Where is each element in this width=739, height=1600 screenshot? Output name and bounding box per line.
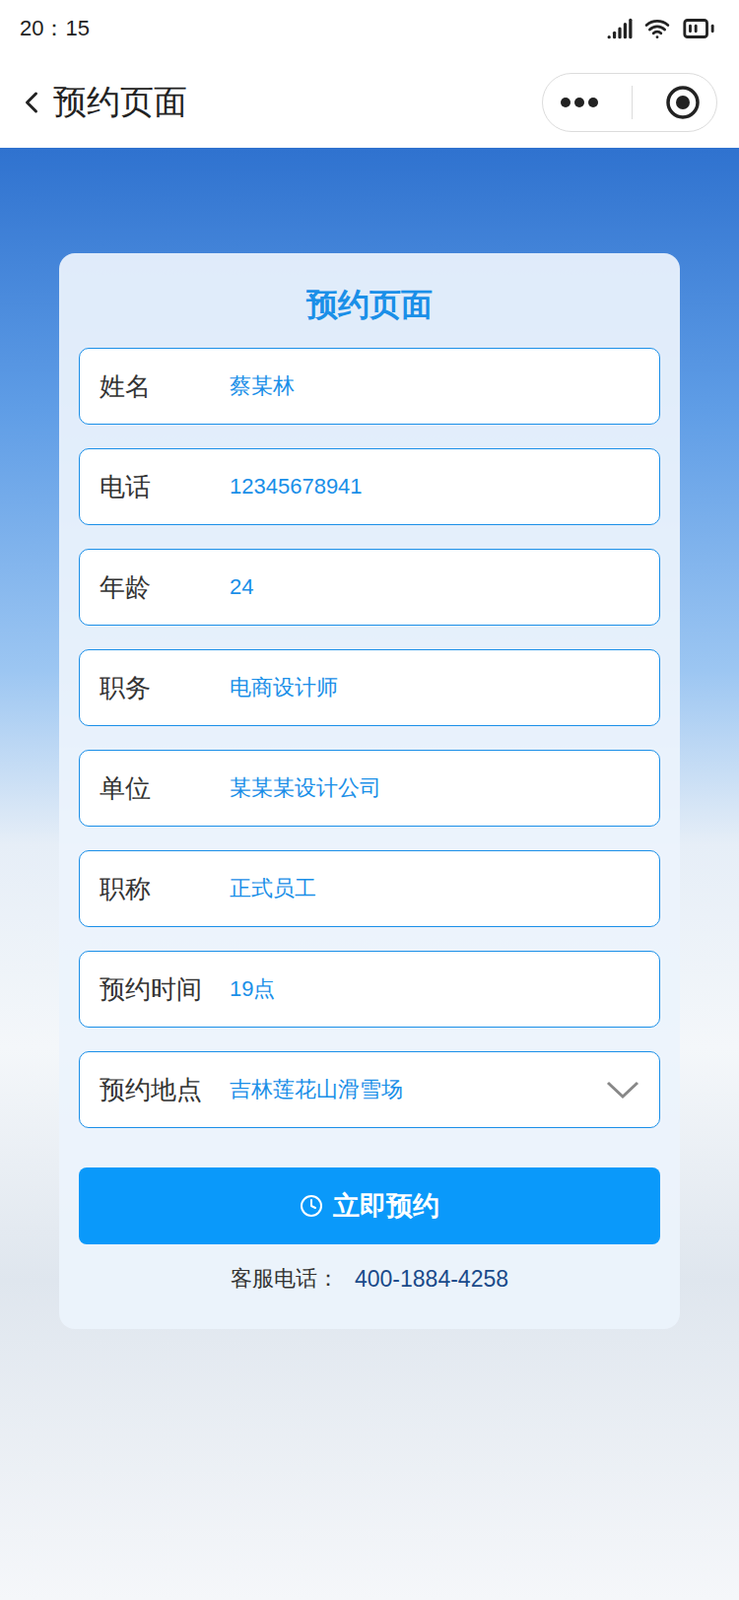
- field-label: 年龄: [99, 570, 230, 605]
- nav-title: 预约页面: [53, 79, 188, 126]
- select-field[interactable]: 预约地点吉林莲花山滑雪场: [78, 1051, 661, 1129]
- field-label: 电话: [99, 470, 230, 505]
- nav-left: 预约页面: [13, 79, 188, 126]
- booking-card: 预约页面姓名蔡某林电话12345678941年龄24职务电商设计师单位某某某设计…: [59, 253, 680, 1330]
- back-icon[interactable]: [13, 84, 50, 121]
- status-bar: 20：15: [0, 0, 739, 58]
- wifi-icon: [644, 15, 671, 42]
- field-value: 24: [229, 574, 640, 601]
- text-field[interactable]: 预约时间19点: [78, 950, 661, 1028]
- text-field[interactable]: 电话12345678941: [78, 448, 661, 526]
- status-icons: [606, 11, 716, 46]
- text-field[interactable]: 职务电商设计师: [78, 649, 661, 727]
- field-label: 预约地点: [99, 1073, 230, 1108]
- signal-icon: [606, 15, 633, 42]
- text-field[interactable]: 姓名蔡某林: [78, 347, 661, 425]
- field-value: 正式员工: [229, 873, 640, 904]
- status-time: 20：15: [19, 13, 90, 44]
- field-label: 预约时间: [99, 972, 230, 1008]
- text-field[interactable]: 职称正式员工: [78, 850, 661, 928]
- field-label: 单位: [99, 771, 230, 807]
- battery-icon: [681, 11, 716, 46]
- card-title: 预约页面: [78, 280, 661, 329]
- more-icon[interactable]: [559, 96, 600, 109]
- nav-bar: 预约页面: [0, 57, 739, 148]
- field-value: 12345678941: [229, 473, 640, 500]
- chevron-down-icon: [605, 1079, 640, 1100]
- field-label: 姓名: [99, 369, 230, 404]
- field-label: 职务: [99, 671, 230, 706]
- field-value: 电商设计师: [229, 672, 640, 703]
- text-field[interactable]: 年龄24: [78, 548, 661, 626]
- field-value: 19点: [229, 974, 640, 1005]
- background-scene: 预约页面姓名蔡某林电话12345678941年龄24职务电商设计师单位某某某设计…: [0, 147, 739, 1600]
- close-target-icon[interactable]: [665, 84, 701, 121]
- submit-button[interactable]: 立即预约: [78, 1167, 661, 1245]
- field-value: 某某某设计公司: [229, 773, 640, 804]
- field-value: 蔡某林: [229, 371, 640, 402]
- capsule-menu: [541, 72, 718, 133]
- service-row: 客服电话： 400-1884-4258: [78, 1264, 661, 1294]
- text-field[interactable]: 单位某某某设计公司: [78, 749, 661, 827]
- capsule-divider: [631, 85, 633, 120]
- field-label: 职称: [99, 872, 230, 907]
- service-phone[interactable]: 400-1884-4258: [354, 1266, 509, 1293]
- page: 20：15预约页面预约页面姓名蔡某林电话12345678941年龄24职务电商设…: [0, 0, 739, 1600]
- service-label: 客服电话：: [230, 1264, 339, 1294]
- field-value: 吉林莲花山滑雪场: [229, 1074, 606, 1105]
- clock-icon: [299, 1194, 324, 1218]
